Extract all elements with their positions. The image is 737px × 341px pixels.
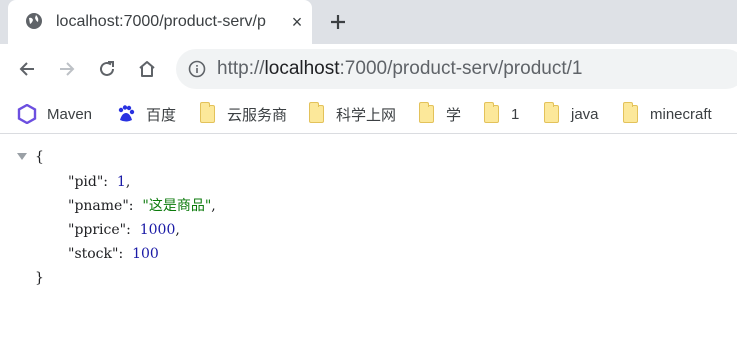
json-key: "pid" bbox=[68, 174, 104, 190]
globe-icon bbox=[25, 12, 43, 30]
json-separator: : bbox=[118, 246, 133, 262]
url-text[interactable]: http://localhost:7000/product-serv/produ… bbox=[217, 58, 582, 80]
json-value: "这是商品" bbox=[142, 198, 212, 214]
bookmark-label: minecraft bbox=[650, 105, 712, 123]
home-icon bbox=[139, 61, 155, 77]
json-open-brace: { bbox=[35, 149, 44, 165]
json-separator: : bbox=[103, 174, 117, 190]
bookmark-label: 学 bbox=[446, 106, 462, 124]
json-line: "stock": 100 bbox=[68, 242, 159, 266]
bookmark-label: 百度 bbox=[146, 106, 177, 124]
json-key: "stock" bbox=[68, 246, 119, 262]
baidu-paw-icon bbox=[116, 104, 136, 124]
json-comma: , bbox=[125, 174, 131, 190]
json-line: "pname": "这是商品", bbox=[68, 194, 216, 218]
back-button[interactable] bbox=[14, 56, 40, 82]
bookmarks-bar: Maven 百度 云服务商 科学上网 学 1 java minecraft bbox=[0, 94, 737, 134]
plus-icon bbox=[331, 15, 345, 29]
toolbar: http://localhost:7000/product-serv/produ… bbox=[0, 44, 737, 94]
json-viewer: { "pid": 1, "pname": "这是商品", "pprice": 1… bbox=[0, 135, 737, 341]
bookmark-folder-1[interactable]: 1 bbox=[481, 102, 520, 125]
bookmark-maven[interactable]: Maven bbox=[17, 103, 92, 125]
bookmark-baidu[interactable]: 百度 bbox=[116, 103, 176, 125]
tab-active[interactable]: localhost:7000/product-serv/p × bbox=[8, 0, 312, 44]
json-line: "pid": 1, bbox=[68, 170, 130, 194]
reload-icon bbox=[100, 61, 114, 76]
bookmark-folder-minecraft[interactable]: minecraft bbox=[620, 102, 712, 125]
folder-icon bbox=[543, 102, 559, 123]
folder-icon bbox=[483, 102, 499, 123]
bookmark-label: 1 bbox=[511, 105, 520, 123]
folder-icon bbox=[308, 102, 324, 123]
reload-button[interactable] bbox=[94, 56, 120, 82]
new-tab-button[interactable] bbox=[326, 10, 350, 34]
folder-icon bbox=[418, 102, 434, 123]
json-separator: : bbox=[128, 198, 143, 214]
bookmark-label: 科学上网 bbox=[336, 106, 397, 124]
bookmark-folder-study[interactable]: 学 bbox=[416, 102, 462, 125]
bookmark-folder-science[interactable]: 科学上网 bbox=[306, 102, 397, 125]
json-key: "pprice" bbox=[68, 222, 127, 238]
url-scheme: http:// bbox=[217, 58, 265, 79]
collapse-triangle-icon[interactable] bbox=[17, 153, 27, 160]
folder-icon bbox=[199, 102, 215, 123]
maven-hexagon-icon bbox=[17, 104, 37, 124]
address-bar[interactable]: http://localhost:7000/product-serv/produ… bbox=[176, 49, 737, 89]
json-value: 100 bbox=[132, 246, 159, 262]
json-separator: : bbox=[126, 222, 140, 238]
forward-button[interactable] bbox=[54, 56, 80, 82]
json-value: 1 bbox=[116, 174, 126, 190]
arrow-left-icon bbox=[19, 62, 34, 76]
json-line: "pprice": 1000, bbox=[68, 218, 180, 242]
json-key: "pname" bbox=[68, 198, 129, 214]
bookmark-label: java bbox=[571, 105, 599, 123]
json-value: 1000 bbox=[139, 222, 176, 238]
bookmark-folder-cloud[interactable]: 云服务商 bbox=[197, 102, 288, 125]
info-icon[interactable] bbox=[188, 60, 206, 78]
json-close-brace: } bbox=[35, 270, 44, 286]
bookmark-label: Maven bbox=[47, 105, 93, 123]
arrow-right-icon bbox=[60, 62, 75, 76]
json-comma: , bbox=[175, 222, 180, 238]
url-path: :7000/product-serv/product/1 bbox=[339, 58, 583, 79]
json-comma: , bbox=[211, 198, 216, 214]
close-icon[interactable]: × bbox=[288, 12, 306, 32]
bookmark-label: 云服务商 bbox=[227, 106, 288, 124]
bookmark-folder-java[interactable]: java bbox=[541, 102, 599, 125]
folder-icon bbox=[622, 102, 638, 123]
home-button[interactable] bbox=[134, 56, 160, 82]
tab-strip: localhost:7000/product-serv/p × bbox=[0, 0, 737, 44]
url-host: localhost bbox=[264, 58, 340, 79]
tab-title: localhost:7000/product-serv/p bbox=[56, 13, 266, 30]
